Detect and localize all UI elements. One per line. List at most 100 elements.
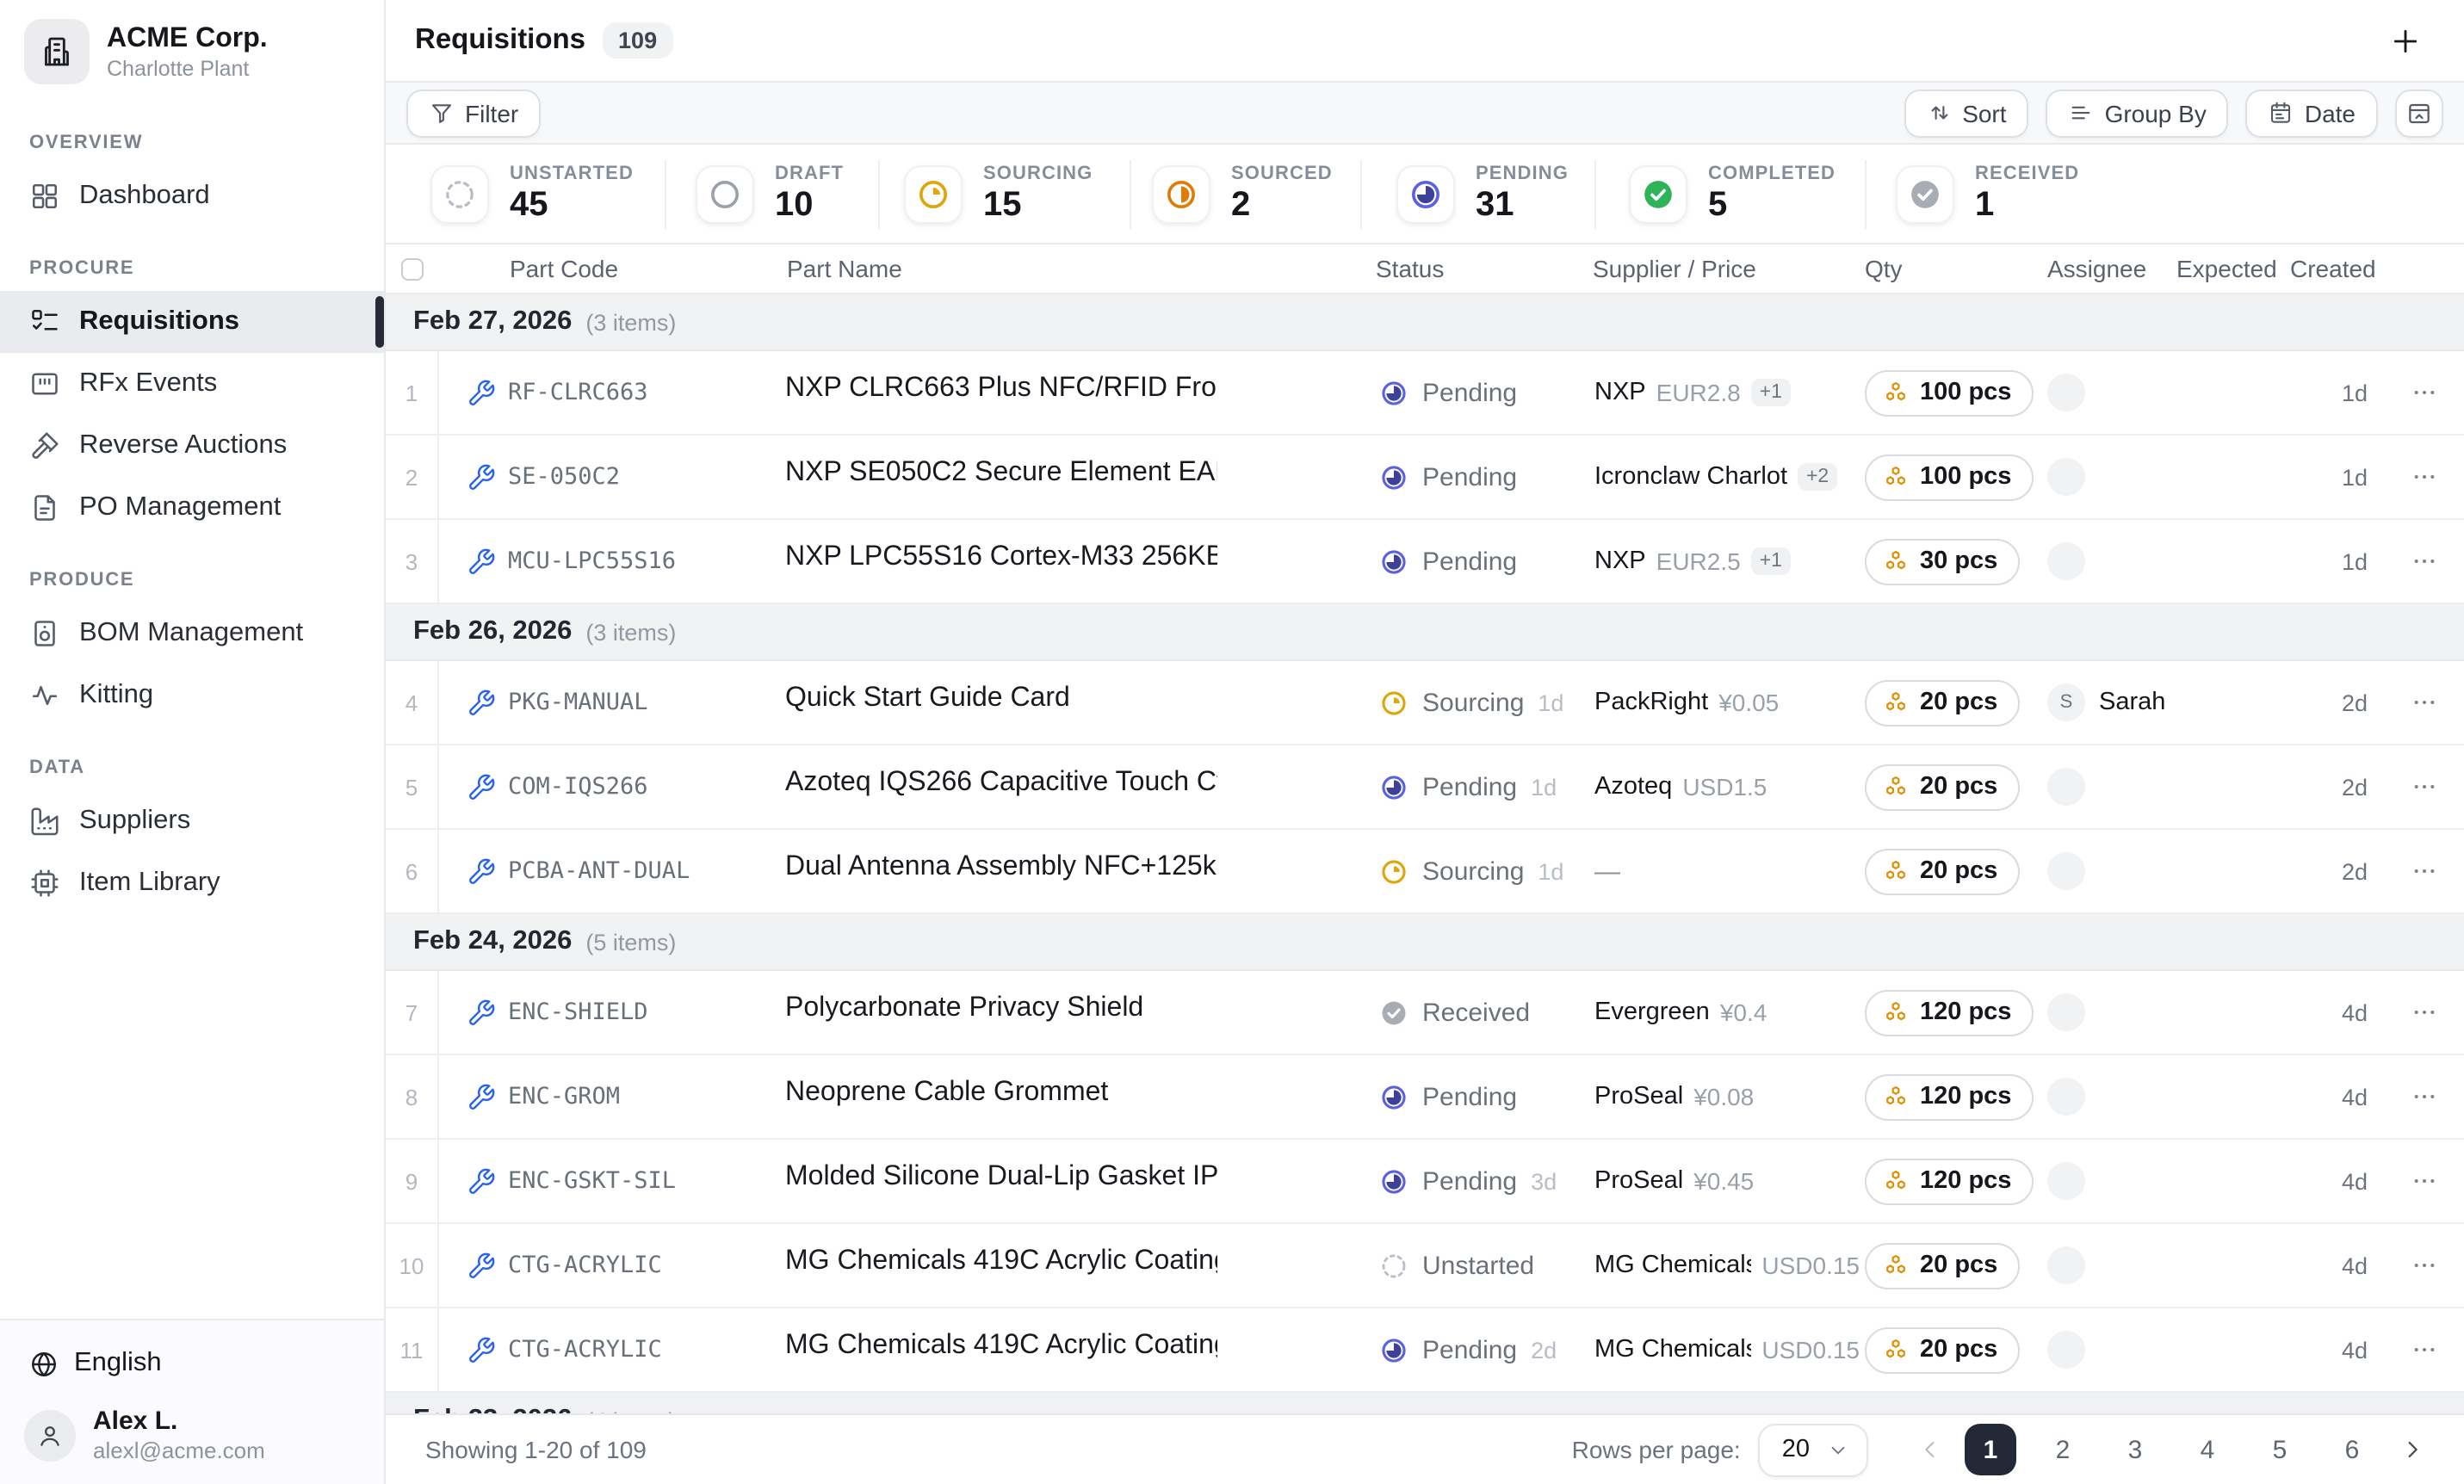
org-switcher[interactable]: ACME Corp. Charlotte Plant: [0, 0, 384, 102]
status-label: Pending: [1422, 1335, 1517, 1364]
toolbar: Filter Sort Group By Date: [386, 83, 2464, 145]
building-icon: [40, 34, 74, 69]
boxes-icon: [1882, 547, 1910, 575]
summary-card-completed[interactable]: COMPLETED5: [1596, 159, 1867, 228]
filter-button[interactable]: Filter: [406, 89, 541, 137]
add-requisition-button[interactable]: [2388, 23, 2423, 58]
row-number-cell: 2: [386, 436, 439, 518]
page-button-2[interactable]: 2: [2037, 1424, 2089, 1475]
table-row[interactable]: 10CTG-ACRYLICMG Chemicals 419C Acrylic C…: [386, 1224, 2464, 1308]
sidebar-item-label: Reverse Auctions: [79, 430, 287, 461]
part-name: Neoprene Cable Grommet: [785, 1077, 1108, 1108]
requisitions-app: ACME Corp. Charlotte Plant OVERVIEWDashb…: [0, 0, 2464, 1484]
previous-page-button[interactable]: [1916, 1436, 1944, 1463]
table-row[interactable]: 9ENC-GSKT-SILMolded Silicone Dual-Lip Ga…: [386, 1140, 2464, 1224]
row-menu-button[interactable]: [2385, 547, 2464, 575]
group-by-button[interactable]: Group By: [2046, 89, 2229, 137]
rows-per-page-select[interactable]: 20: [1758, 1423, 1868, 1476]
status-label: Received: [1422, 998, 1530, 1027]
table-row[interactable]: 4PKG-MANUALQuick Start Guide CardSourcin…: [386, 661, 2464, 745]
summary-label: DRAFT: [775, 163, 844, 183]
table-row[interactable]: 1RF-CLRC663NXP CLRC663 Plus NFC/RFID Fro…: [386, 351, 2464, 436]
row-menu-button[interactable]: [2385, 379, 2464, 406]
qty-value: 120 pcs: [1920, 999, 2011, 1026]
summary-card-sourced[interactable]: SOURCED2: [1131, 159, 1362, 228]
qty-value: 100 pcs: [1920, 379, 2011, 406]
row-menu-button[interactable]: [2385, 1252, 2464, 1279]
sidebar-item-suppliers[interactable]: Suppliers: [0, 790, 384, 852]
page-button-3[interactable]: 3: [2109, 1424, 2161, 1475]
sidebar-item-kitting[interactable]: Kitting: [0, 665, 384, 727]
qty-value: 20 pcs: [1920, 773, 1997, 801]
created-cell: 1d: [2290, 464, 2385, 490]
sidebar-item-reverse-auctions[interactable]: Reverse Auctions: [0, 415, 384, 477]
date-group-header: Feb 24, 2026(5 items): [386, 914, 2464, 971]
sidebar-item-dashboard[interactable]: Dashboard: [0, 165, 384, 227]
sourced-status-icon: [1164, 176, 1198, 211]
row-menu-button[interactable]: [2385, 463, 2464, 491]
next-page-button[interactable]: [2399, 1436, 2426, 1463]
factory-icon: [29, 806, 60, 837]
column-header-name: Part Name: [785, 255, 1376, 282]
assignee-avatar-empty: [2047, 1078, 2085, 1116]
qty-cell: 100 pcs: [1860, 369, 2040, 416]
created-cell: 2d: [2290, 774, 2385, 800]
assignee-avatar-empty: [2047, 768, 2085, 806]
table-row[interactable]: 11CTG-ACRYLICMG Chemicals 419C Acrylic C…: [386, 1308, 2464, 1393]
calendar-icon: [2269, 100, 2294, 126]
summary-card-sourcing[interactable]: SOURCING15: [880, 159, 1131, 228]
part-name: MG Chemicals 419C Acrylic Coating: [785, 1246, 1217, 1277]
table-row[interactable]: 3MCU-LPC55S16NXP LPC55S16 Cortex-M33 256…: [386, 520, 2464, 604]
collapse-panel-button[interactable]: [2395, 89, 2443, 137]
select-all-checkbox[interactable]: [401, 257, 424, 280]
status-label: Sourcing: [1422, 856, 1524, 886]
boxes-icon: [1882, 1336, 1910, 1363]
language-selector[interactable]: English: [0, 1334, 384, 1393]
qty-pill: 120 pcs: [1865, 1073, 2034, 1120]
row-menu-button[interactable]: [2385, 1336, 2464, 1363]
table-row[interactable]: 6PCBA-ANT-DUALDual Antenna Assembly NFC+…: [386, 830, 2464, 914]
row-number-cell: 1: [386, 351, 439, 434]
row-menu-button[interactable]: [2385, 999, 2464, 1026]
summary-card-received[interactable]: RECEIVED1: [1867, 159, 2464, 228]
user-menu[interactable]: Alex L. alexl@acme.com: [0, 1393, 384, 1467]
created-cell: 4d: [2290, 999, 2385, 1025]
table-row[interactable]: 7ENC-SHIELDPolycarbonate Privacy ShieldR…: [386, 971, 2464, 1055]
sidebar-item-bom-management[interactable]: BOM Management: [0, 603, 384, 665]
row-menu-button[interactable]: [2385, 689, 2464, 716]
summary-card-unstarted[interactable]: UNSTARTED45: [386, 159, 666, 228]
created-cell: 4d: [2290, 1168, 2385, 1194]
summary-card-draft[interactable]: DRAFT10: [666, 159, 880, 228]
sidebar-section-label: PROCURE: [29, 258, 384, 279]
assignee-cell: [2040, 1162, 2166, 1200]
table-row[interactable]: 8ENC-GROMNeoprene Cable GrommetPendingPr…: [386, 1055, 2464, 1140]
page-button-6[interactable]: 6: [2326, 1424, 2378, 1475]
sidebar-item-item-library[interactable]: Item Library: [0, 852, 384, 914]
part-name-cell: MG Chemicals 419C Acrylic Coating: [785, 1330, 1376, 1370]
created-cell: 1d: [2290, 380, 2385, 405]
qty-cell: 120 pcs: [1860, 1158, 2040, 1204]
sidebar-item-po-management[interactable]: PO Management: [0, 477, 384, 539]
table-row[interactable]: 2SE-050C2NXP SE050C2 Secure Element EAL4…: [386, 436, 2464, 520]
part-name: MG Chemicals 419C Acrylic Coating: [785, 1330, 1217, 1361]
page-button-5[interactable]: 5: [2254, 1424, 2306, 1475]
status-summary-row: UNSTARTED45DRAFT10SOURCING15SOURCED2PEND…: [386, 145, 2464, 244]
date-button[interactable]: Date: [2246, 89, 2378, 137]
sidebar-item-requisitions[interactable]: Requisitions: [0, 291, 384, 353]
part-name-cell: Quick Start Guide Card: [785, 683, 1376, 722]
status-label: Pending: [1422, 547, 1517, 576]
supplier-name: NXP: [1594, 379, 1646, 406]
row-menu-button[interactable]: [2385, 1083, 2464, 1110]
table-row[interactable]: 5COM-IQS266Azoteq IQS266 Capacitive Touc…: [386, 745, 2464, 830]
row-menu-button[interactable]: [2385, 1167, 2464, 1195]
sort-button[interactable]: Sort: [1904, 89, 2028, 137]
summary-card-pending[interactable]: PENDING31: [1362, 159, 1596, 228]
part-code: PCBA-ANT-DUAL: [508, 857, 690, 885]
page-button-4[interactable]: 4: [2182, 1424, 2233, 1475]
sidebar-item-rfx-events[interactable]: RFx Events: [0, 353, 384, 415]
row-menu-button[interactable]: [2385, 857, 2464, 885]
chevron-down-icon: [1827, 1438, 1849, 1461]
assignee-avatar-empty: [2047, 458, 2085, 496]
page-button-1[interactable]: 1: [1965, 1424, 2016, 1475]
row-menu-button[interactable]: [2385, 773, 2464, 801]
